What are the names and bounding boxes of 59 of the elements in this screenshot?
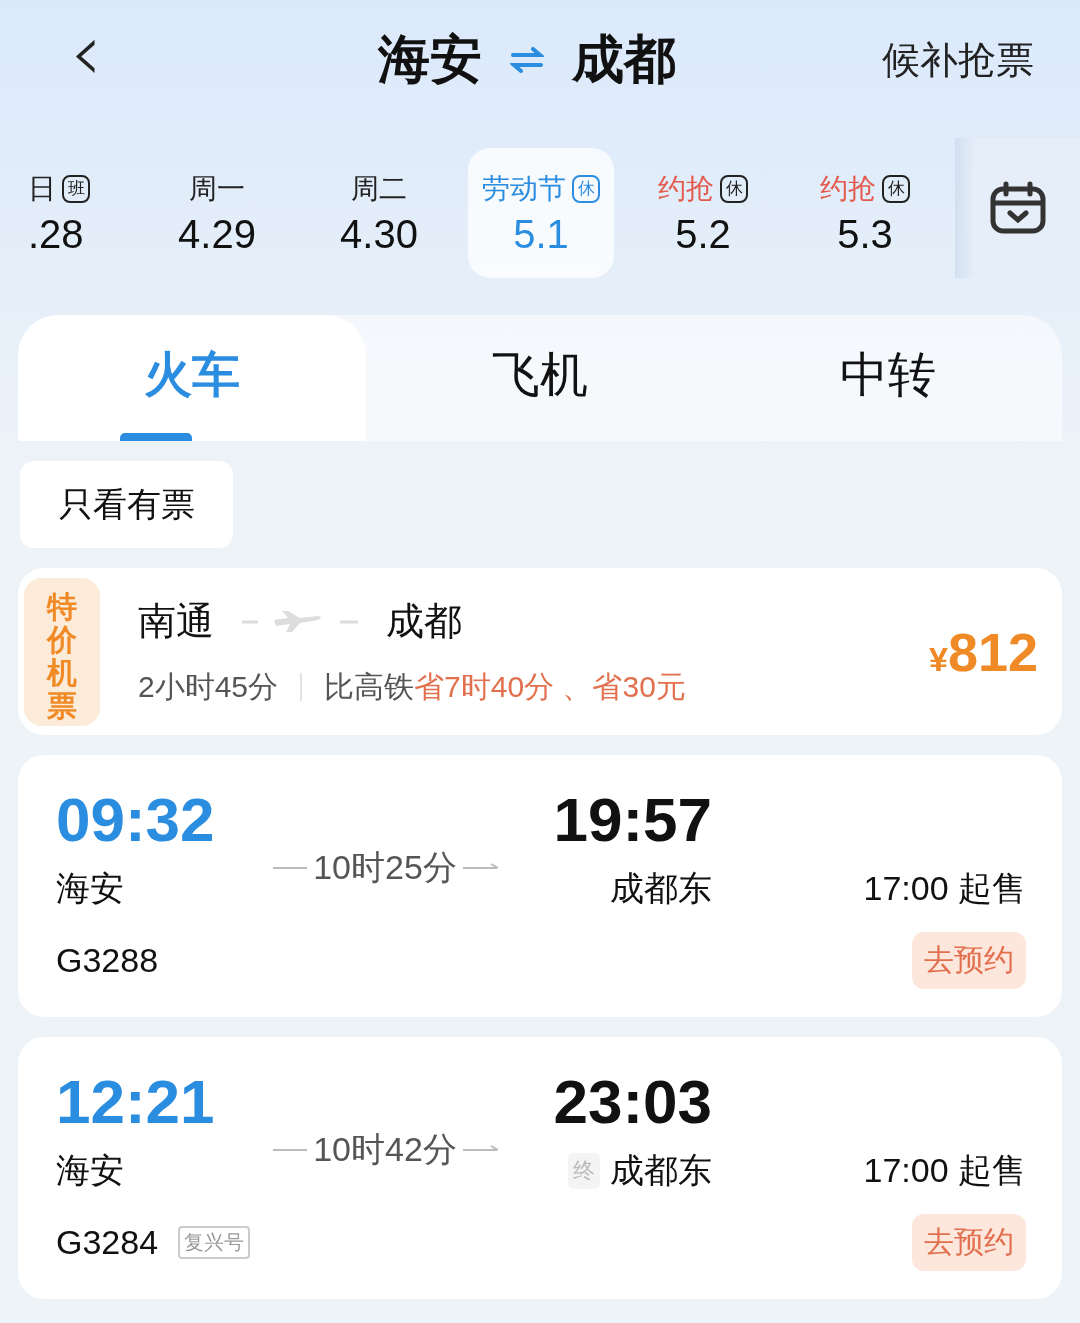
date-label: .28 [28,211,84,257]
line-icon [271,866,310,870]
arrival-station: 成都东 [610,868,712,909]
date-tab[interactable]: 约抢 休 5.2 [630,148,776,278]
waitlist-button[interactable]: 候补抢票 [882,34,1034,86]
date-tab[interactable]: 周二 4.30 [306,148,452,278]
mode-tab[interactable]: 飞机 [366,315,714,441]
train-card[interactable]: 12:21 10时42分 23:03 海安 终 成都东 17:00 起售 G3284 复兴号 去预约 [18,1037,1062,1299]
weekday-label: 劳动节 [482,171,566,206]
terminal-badge: 终 [568,1153,600,1189]
origin-city: 海安 [378,29,482,90]
arrival-time: 23:03 [553,1065,712,1137]
day-badge: 休 [882,174,910,203]
travel-duration: 10时25分 [313,847,457,888]
train-card[interactable]: 09:32 10时25分 19:57 海安 成都东 17:00 起售 G3288 去预约 [18,755,1062,1017]
date-label: 4.29 [178,211,256,257]
train-number: G3284 [56,1222,159,1262]
weekday-label: 日 [28,171,56,206]
sale-time: 17:00 起售 [863,868,1026,909]
date-tab[interactable]: 周一 4.29 [144,148,290,278]
mode-tab[interactable]: 中转 [714,315,1062,441]
flight-badge: 特价机票 [24,577,100,726]
departure-station: 海安 [56,868,125,909]
departure-station: 海安 [56,1150,125,1191]
travel-duration: 10时42分 [313,1129,457,1170]
date-tab[interactable]: 日 班 .28 [28,148,128,278]
train-type-tag: 复兴号 [178,1225,251,1259]
departure-time: 12:21 [56,1065,216,1137]
calendar-icon [989,181,1046,235]
calendar-button[interactable] [955,138,1080,278]
departure-time: 09:32 [56,783,216,855]
weekday-label: 周二 [351,171,407,206]
back-button[interactable]: ‹ [60,13,112,107]
date-label: 5.2 [675,211,731,257]
swap-icon[interactable] [510,47,544,73]
flight-card[interactable]: 特价机票 南通 成都 2小时45分 比高铁省7时40分 、省30元 ¥812 [18,568,1062,735]
sale-time: 17:00 起售 [863,1150,1026,1191]
line-icon [271,1148,310,1152]
price: ¥812 [928,620,1038,683]
day-badge: 休 [572,174,600,203]
destination-city: 成都 [386,598,462,644]
weekday-label: 约抢 [820,171,876,206]
flight-duration: 2小时45分 [138,668,279,705]
arrival-time: 19:57 [553,783,712,855]
day-badge: 休 [720,174,748,203]
filter-chip[interactable]: 只看有票 [20,461,233,548]
date-label: 5.1 [513,211,569,257]
mode-tab[interactable]: 火车 [18,315,366,441]
day-badge: 班 [62,174,90,203]
destination-city: 成都 [572,29,676,90]
date-label: 4.30 [340,211,418,257]
train-number: G3288 [56,940,159,980]
weekday-label: 周一 [189,171,245,206]
date-label: 5.3 [837,211,893,257]
savings-text: 比高铁省7时40分 、省30元 [324,668,686,705]
origin-city: 南通 [138,598,214,644]
weekday-label: 约抢 [658,171,714,206]
arrival-station: 成都东 [610,1150,712,1191]
date-tab[interactable]: 约抢 休 5.3 [792,148,938,278]
